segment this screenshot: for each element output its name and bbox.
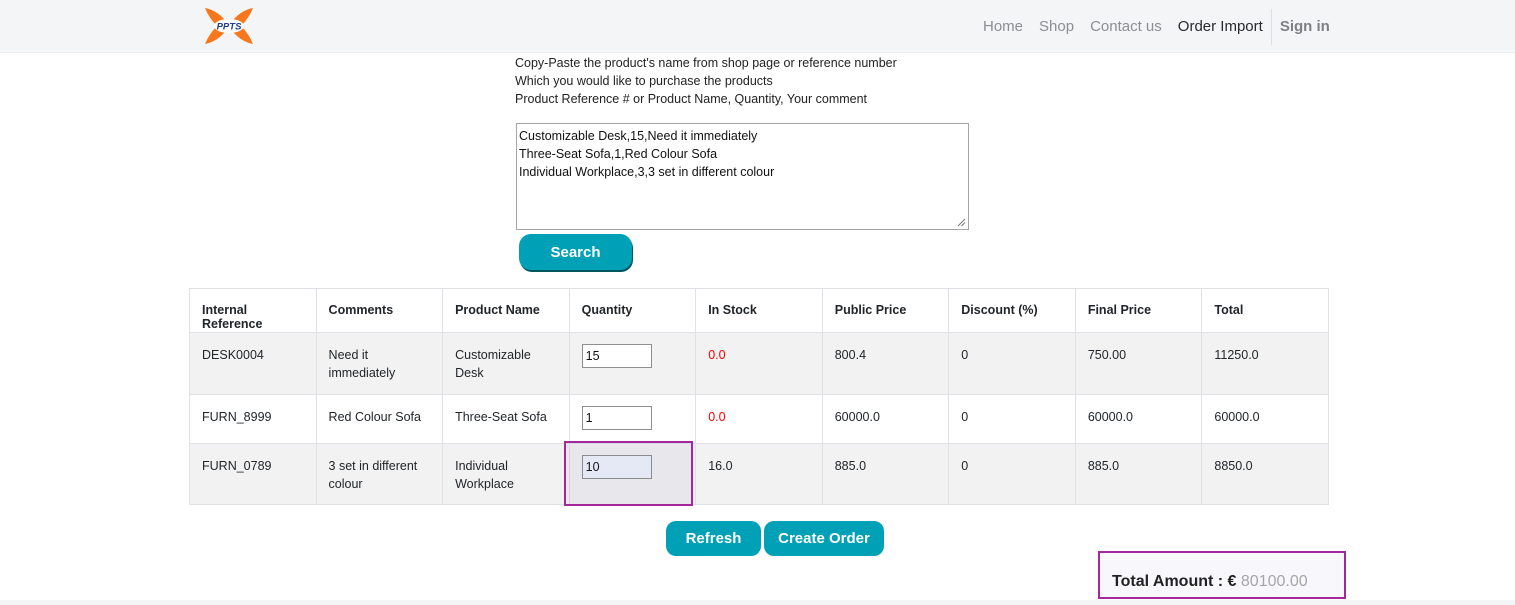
cell-product-name: Individual Workplace [442,443,570,505]
column-header-public-price: Public Price [821,288,950,333]
column-header-internal-reference: Internal Reference [189,288,317,333]
cell-public-price: 885.0 [821,443,950,505]
instruction-line: Which you would like to purchase the pro… [515,74,773,88]
nav-menu: Home Shop Contact us Order Import Sign i… [975,0,1330,53]
column-header-comments: Comments [315,288,444,333]
nav-home[interactable]: Home [975,18,1031,35]
nav-contact-us[interactable]: Contact us [1082,18,1170,35]
cell-internal-reference: FURN_8999 [189,394,317,444]
cell-final-price: 750.00 [1074,332,1203,395]
cell-public-price: 60000.0 [821,394,950,444]
cell-total: 8850.0 [1201,443,1329,505]
cell-discount: 0 [948,332,1076,395]
cell-comment: Red Colour Sofa [315,394,444,444]
cell-total: 11250.0 [1201,332,1329,395]
instruction-line: Product Reference # or Product Name, Qua… [515,92,868,106]
column-header-final-price: Final Price [1074,288,1203,333]
nav-shop[interactable]: Shop [1031,18,1082,35]
column-header-discount: Discount (%) [948,288,1076,333]
refresh-button[interactable]: Refresh [666,521,761,556]
cell-internal-reference: FURN_0789 [189,443,317,505]
table-row: FURN_0789 3 set in different colour Indi… [189,443,1329,505]
create-order-button[interactable]: Create Order [764,521,884,556]
cell-in-stock: 0.0 [695,394,823,444]
quantity-input[interactable] [581,455,652,479]
column-header-quantity: Quantity [568,288,697,333]
total-amount-box: Total Amount : € 80100.00 [1098,551,1346,599]
cell-product-name: Three-Seat Sofa [442,394,570,444]
column-header-product-name: Product Name [442,288,570,333]
quantity-input[interactable] [581,406,652,430]
column-header-in-stock: In Stock [695,288,823,333]
cell-product-name: Customizable Desk [442,332,570,395]
cell-quantity [568,394,697,444]
table-row: FURN_8999 Red Colour Sofa Three-Seat Sof… [189,394,1329,444]
total-amount-label: Total Amount : € [1112,573,1237,590]
ppts-logo[interactable]: PPTS [203,6,255,46]
search-button[interactable]: Search [519,234,632,270]
order-lines-table: Internal Reference Comments Product Name… [189,288,1329,505]
cell-final-price: 60000.0 [1074,394,1203,444]
sign-in-link[interactable]: Sign in [1272,18,1330,35]
cell-discount: 0 [948,443,1076,505]
instruction-line: Copy-Paste the product's name from shop … [515,56,897,70]
navbar: PPTS Home Shop Contact us Order Import S… [0,0,1515,53]
cell-discount: 0 [948,394,1076,444]
cell-public-price: 800.4 [821,332,950,395]
quantity-input[interactable] [581,344,652,368]
cell-final-price: 885.0 [1074,443,1203,505]
svg-text:PPTS: PPTS [217,22,242,33]
column-header-total: Total [1201,288,1329,333]
cell-comment: Need it immediately [315,332,444,395]
cell-quantity [568,443,697,505]
cell-comment: 3 set in different colour [315,443,444,505]
cell-in-stock: 0.0 [695,332,823,395]
order-import-textarea[interactable]: Customizable Desk,15,Need it immediately… [516,123,969,230]
nav-order-import[interactable]: Order Import [1170,18,1271,35]
import-instructions: Copy-Paste the product's name from shop … [515,54,897,108]
cell-in-stock: 16.0 [695,443,823,505]
table-row: DESK0004 Need it immediately Customizabl… [189,332,1329,395]
cell-internal-reference: DESK0004 [189,332,317,395]
resize-grip-icon[interactable] [957,218,966,227]
footer-strip [0,600,1515,605]
cell-total: 60000.0 [1201,394,1329,444]
cell-quantity [568,332,697,395]
total-amount-value: 80100.00 [1240,573,1308,590]
